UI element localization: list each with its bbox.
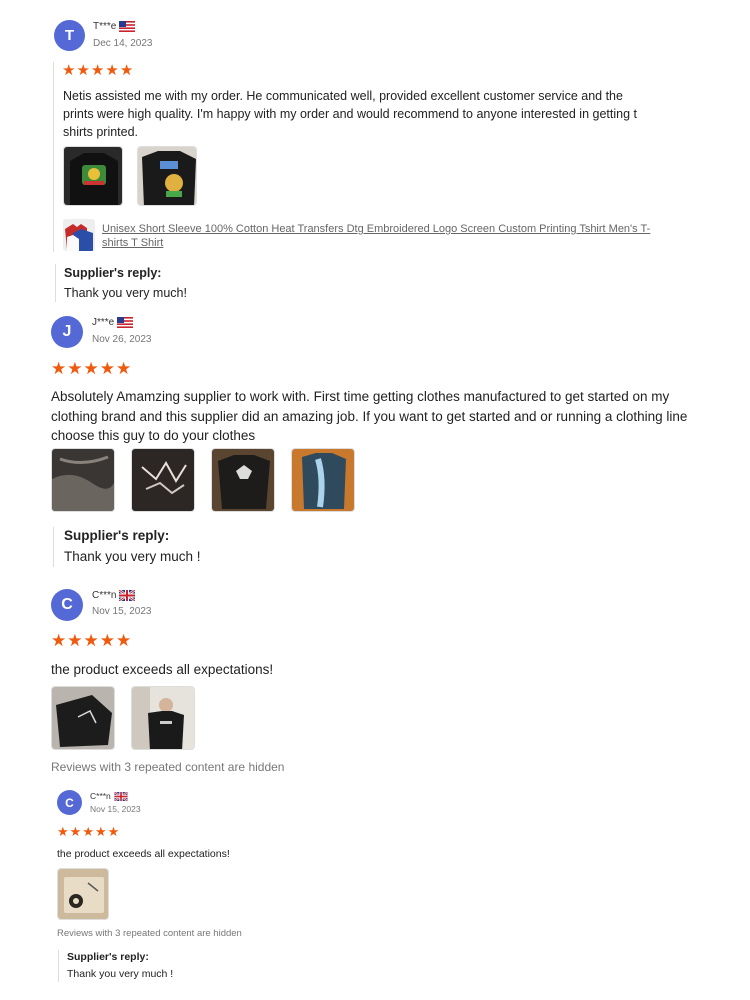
- star-rating: ★ ★ ★ ★ ★: [51, 360, 131, 377]
- review-photos: [51, 448, 355, 512]
- reviewer-name: J***e: [92, 317, 134, 328]
- star-icon: ★: [83, 631, 99, 650]
- star-icon: ★: [116, 631, 132, 650]
- star-rating: ★ ★ ★ ★ ★: [62, 63, 133, 78]
- review-photo[interactable]: [137, 146, 197, 206]
- star-icon: ★: [116, 359, 132, 378]
- review-text: Absolutely Amamzing supplier to work wit…: [51, 389, 688, 444]
- reply-title: Supplier's reply:: [64, 528, 170, 543]
- us-flag-icon: [119, 21, 136, 32]
- star-icon: ★: [90, 62, 105, 79]
- reviewer-name-text: T***e: [93, 21, 117, 32]
- review-photo[interactable]: [131, 448, 195, 512]
- star-icon: ★: [67, 359, 83, 378]
- star-icon: ★: [83, 359, 99, 378]
- product-link[interactable]: Unisex Short Sleeve 100% Cotton Heat Tra…: [102, 222, 662, 251]
- reply-title: Supplier's reply:: [64, 266, 162, 280]
- hidden-reviews-note[interactable]: Reviews with 3 repeated content are hidd…: [51, 760, 284, 774]
- star-icon: ★: [51, 631, 67, 650]
- review-date: Nov 15, 2023: [92, 606, 152, 617]
- reply-indent-line: [55, 264, 56, 302]
- star-rating: ★ ★ ★ ★ ★: [57, 825, 119, 838]
- review-text: Netis assisted me with my order. He comm…: [63, 89, 637, 140]
- reviewer-name: C***n: [92, 590, 136, 601]
- avatar: J: [51, 316, 83, 348]
- review-photo[interactable]: [63, 146, 123, 206]
- reply-indent-line: [53, 527, 54, 567]
- reviewer-name: T***e: [93, 21, 136, 32]
- reviewer-name-text: C***n: [92, 590, 117, 601]
- review-date: Nov 15, 2023: [90, 804, 141, 814]
- reviewer-name-text: C***n: [90, 791, 111, 801]
- star-icon: ★: [57, 824, 69, 839]
- uk-flag-icon: [113, 791, 128, 801]
- review-photo[interactable]: [51, 686, 115, 750]
- reply-title: Supplier's reply:: [67, 951, 149, 963]
- review-text: the product exceeds all expectations!: [57, 848, 230, 860]
- reviewer-name: C***n: [90, 791, 128, 801]
- star-icon: ★: [62, 62, 76, 79]
- review-photo[interactable]: [131, 686, 195, 750]
- reply-text: Thank you very much !: [64, 549, 201, 564]
- reply-text: Thank you very much!: [64, 286, 187, 300]
- review-date: Nov 26, 2023: [92, 334, 152, 345]
- star-icon: ★: [99, 631, 115, 650]
- review-photo[interactable]: [291, 448, 355, 512]
- star-icon: ★: [69, 824, 82, 839]
- star-icon: ★: [94, 824, 107, 839]
- product-thumbnail[interactable]: [63, 219, 95, 251]
- star-icon: ★: [67, 631, 83, 650]
- review-photo[interactable]: [51, 448, 115, 512]
- us-flag-icon: [117, 317, 134, 328]
- star-icon: ★: [119, 62, 134, 79]
- review-photos: [57, 868, 109, 920]
- review-photos: [63, 146, 197, 206]
- review-date: Dec 14, 2023: [93, 38, 153, 49]
- review-photo[interactable]: [211, 448, 275, 512]
- star-icon: ★: [105, 62, 119, 79]
- avatar: T: [54, 20, 85, 51]
- star-rating: ★ ★ ★ ★ ★: [51, 632, 131, 649]
- review-photo[interactable]: [57, 868, 109, 920]
- review-photos: [51, 686, 195, 750]
- uk-flag-icon: [119, 590, 136, 601]
- review-text: the product exceeds all expectations!: [51, 662, 274, 677]
- hidden-reviews-note[interactable]: Reviews with 3 repeated content are hidd…: [57, 928, 242, 939]
- star-icon: ★: [51, 359, 67, 378]
- reviewer-name-text: J***e: [92, 317, 115, 328]
- avatar: C: [51, 589, 83, 621]
- review-indent-line: [53, 62, 54, 252]
- star-icon: ★: [82, 824, 94, 839]
- star-icon: ★: [107, 824, 120, 839]
- reply-text: Thank you very much !: [67, 968, 174, 980]
- avatar: C: [57, 790, 82, 815]
- reply-indent-line: [58, 950, 59, 982]
- star-icon: ★: [99, 359, 115, 378]
- star-icon: ★: [76, 62, 90, 79]
